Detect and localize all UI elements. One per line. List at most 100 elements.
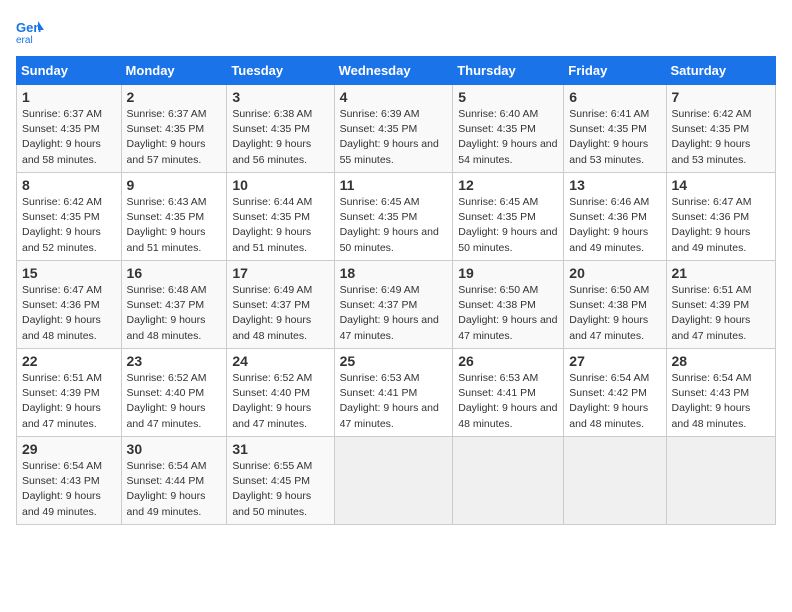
day-cell [334,437,453,525]
day-number: 23 [127,353,222,369]
day-cell [564,437,666,525]
weekday-header-thursday: Thursday [453,57,564,85]
weekday-header-wednesday: Wednesday [334,57,453,85]
day-info: Sunrise: 6:49 AM Sunset: 4:37 PM Dayligh… [232,283,328,344]
day-info: Sunrise: 6:47 AM Sunset: 4:36 PM Dayligh… [672,195,770,256]
day-cell: 17 Sunrise: 6:49 AM Sunset: 4:37 PM Dayl… [227,261,334,349]
day-number: 26 [458,353,558,369]
day-cell: 13 Sunrise: 6:46 AM Sunset: 4:36 PM Dayl… [564,173,666,261]
day-number: 5 [458,89,558,105]
day-number: 25 [340,353,448,369]
svg-text:Gen: Gen [16,20,41,35]
day-cell: 1 Sunrise: 6:37 AM Sunset: 4:35 PM Dayli… [17,85,122,173]
day-info: Sunrise: 6:41 AM Sunset: 4:35 PM Dayligh… [569,107,660,168]
day-number: 27 [569,353,660,369]
day-info: Sunrise: 6:53 AM Sunset: 4:41 PM Dayligh… [458,371,558,432]
day-number: 18 [340,265,448,281]
day-info: Sunrise: 6:51 AM Sunset: 4:39 PM Dayligh… [672,283,770,344]
day-cell: 26 Sunrise: 6:53 AM Sunset: 4:41 PM Dayl… [453,349,564,437]
day-info: Sunrise: 6:45 AM Sunset: 4:35 PM Dayligh… [458,195,558,256]
day-number: 20 [569,265,660,281]
week-row-4: 22 Sunrise: 6:51 AM Sunset: 4:39 PM Dayl… [17,349,776,437]
day-cell: 18 Sunrise: 6:49 AM Sunset: 4:37 PM Dayl… [334,261,453,349]
day-number: 12 [458,177,558,193]
day-cell: 16 Sunrise: 6:48 AM Sunset: 4:37 PM Dayl… [121,261,227,349]
weekday-header-saturday: Saturday [666,57,775,85]
day-cell: 12 Sunrise: 6:45 AM Sunset: 4:35 PM Dayl… [453,173,564,261]
week-row-2: 8 Sunrise: 6:42 AM Sunset: 4:35 PM Dayli… [17,173,776,261]
day-number: 3 [232,89,328,105]
day-cell: 11 Sunrise: 6:45 AM Sunset: 4:35 PM Dayl… [334,173,453,261]
week-row-5: 29 Sunrise: 6:54 AM Sunset: 4:43 PM Dayl… [17,437,776,525]
day-cell: 5 Sunrise: 6:40 AM Sunset: 4:35 PM Dayli… [453,85,564,173]
day-number: 22 [22,353,116,369]
day-info: Sunrise: 6:50 AM Sunset: 4:38 PM Dayligh… [569,283,660,344]
day-info: Sunrise: 6:43 AM Sunset: 4:35 PM Dayligh… [127,195,222,256]
day-info: Sunrise: 6:54 AM Sunset: 4:44 PM Dayligh… [127,459,222,520]
day-cell: 21 Sunrise: 6:51 AM Sunset: 4:39 PM Dayl… [666,261,775,349]
day-info: Sunrise: 6:51 AM Sunset: 4:39 PM Dayligh… [22,371,116,432]
weekday-header-tuesday: Tuesday [227,57,334,85]
day-cell [666,437,775,525]
week-row-3: 15 Sunrise: 6:47 AM Sunset: 4:36 PM Dayl… [17,261,776,349]
day-info: Sunrise: 6:47 AM Sunset: 4:36 PM Dayligh… [22,283,116,344]
day-info: Sunrise: 6:39 AM Sunset: 4:35 PM Dayligh… [340,107,448,168]
day-info: Sunrise: 6:49 AM Sunset: 4:37 PM Dayligh… [340,283,448,344]
day-cell: 8 Sunrise: 6:42 AM Sunset: 4:35 PM Dayli… [17,173,122,261]
day-cell: 23 Sunrise: 6:52 AM Sunset: 4:40 PM Dayl… [121,349,227,437]
day-number: 10 [232,177,328,193]
day-info: Sunrise: 6:44 AM Sunset: 4:35 PM Dayligh… [232,195,328,256]
day-cell: 2 Sunrise: 6:37 AM Sunset: 4:35 PM Dayli… [121,85,227,173]
day-cell: 19 Sunrise: 6:50 AM Sunset: 4:38 PM Dayl… [453,261,564,349]
day-cell: 31 Sunrise: 6:55 AM Sunset: 4:45 PM Dayl… [227,437,334,525]
day-info: Sunrise: 6:54 AM Sunset: 4:43 PM Dayligh… [672,371,770,432]
day-number: 28 [672,353,770,369]
day-number: 14 [672,177,770,193]
day-info: Sunrise: 6:52 AM Sunset: 4:40 PM Dayligh… [232,371,328,432]
day-cell: 25 Sunrise: 6:53 AM Sunset: 4:41 PM Dayl… [334,349,453,437]
day-info: Sunrise: 6:45 AM Sunset: 4:35 PM Dayligh… [340,195,448,256]
day-number: 30 [127,441,222,457]
day-number: 21 [672,265,770,281]
page-header: Gen eral [16,16,776,44]
day-number: 11 [340,177,448,193]
day-cell: 14 Sunrise: 6:47 AM Sunset: 4:36 PM Dayl… [666,173,775,261]
calendar-table: SundayMondayTuesdayWednesdayThursdayFrid… [16,56,776,525]
day-number: 6 [569,89,660,105]
day-info: Sunrise: 6:53 AM Sunset: 4:41 PM Dayligh… [340,371,448,432]
day-info: Sunrise: 6:42 AM Sunset: 4:35 PM Dayligh… [672,107,770,168]
day-number: 15 [22,265,116,281]
weekday-header-monday: Monday [121,57,227,85]
day-cell: 27 Sunrise: 6:54 AM Sunset: 4:42 PM Dayl… [564,349,666,437]
day-number: 4 [340,89,448,105]
day-cell: 4 Sunrise: 6:39 AM Sunset: 4:35 PM Dayli… [334,85,453,173]
day-number: 29 [22,441,116,457]
weekday-header-sunday: Sunday [17,57,122,85]
day-number: 8 [22,177,116,193]
logo: Gen eral [16,16,48,44]
weekday-header-friday: Friday [564,57,666,85]
svg-text:eral: eral [16,35,33,44]
day-info: Sunrise: 6:38 AM Sunset: 4:35 PM Dayligh… [232,107,328,168]
day-number: 16 [127,265,222,281]
day-number: 19 [458,265,558,281]
day-number: 7 [672,89,770,105]
day-info: Sunrise: 6:50 AM Sunset: 4:38 PM Dayligh… [458,283,558,344]
day-info: Sunrise: 6:55 AM Sunset: 4:45 PM Dayligh… [232,459,328,520]
day-info: Sunrise: 6:37 AM Sunset: 4:35 PM Dayligh… [22,107,116,168]
day-number: 31 [232,441,328,457]
day-cell: 3 Sunrise: 6:38 AM Sunset: 4:35 PM Dayli… [227,85,334,173]
day-cell: 6 Sunrise: 6:41 AM Sunset: 4:35 PM Dayli… [564,85,666,173]
day-cell: 20 Sunrise: 6:50 AM Sunset: 4:38 PM Dayl… [564,261,666,349]
day-info: Sunrise: 6:46 AM Sunset: 4:36 PM Dayligh… [569,195,660,256]
day-info: Sunrise: 6:52 AM Sunset: 4:40 PM Dayligh… [127,371,222,432]
day-info: Sunrise: 6:40 AM Sunset: 4:35 PM Dayligh… [458,107,558,168]
day-cell: 9 Sunrise: 6:43 AM Sunset: 4:35 PM Dayli… [121,173,227,261]
day-number: 1 [22,89,116,105]
day-number: 24 [232,353,328,369]
day-cell: 15 Sunrise: 6:47 AM Sunset: 4:36 PM Dayl… [17,261,122,349]
day-number: 13 [569,177,660,193]
day-cell: 7 Sunrise: 6:42 AM Sunset: 4:35 PM Dayli… [666,85,775,173]
week-row-1: 1 Sunrise: 6:37 AM Sunset: 4:35 PM Dayli… [17,85,776,173]
day-cell: 29 Sunrise: 6:54 AM Sunset: 4:43 PM Dayl… [17,437,122,525]
